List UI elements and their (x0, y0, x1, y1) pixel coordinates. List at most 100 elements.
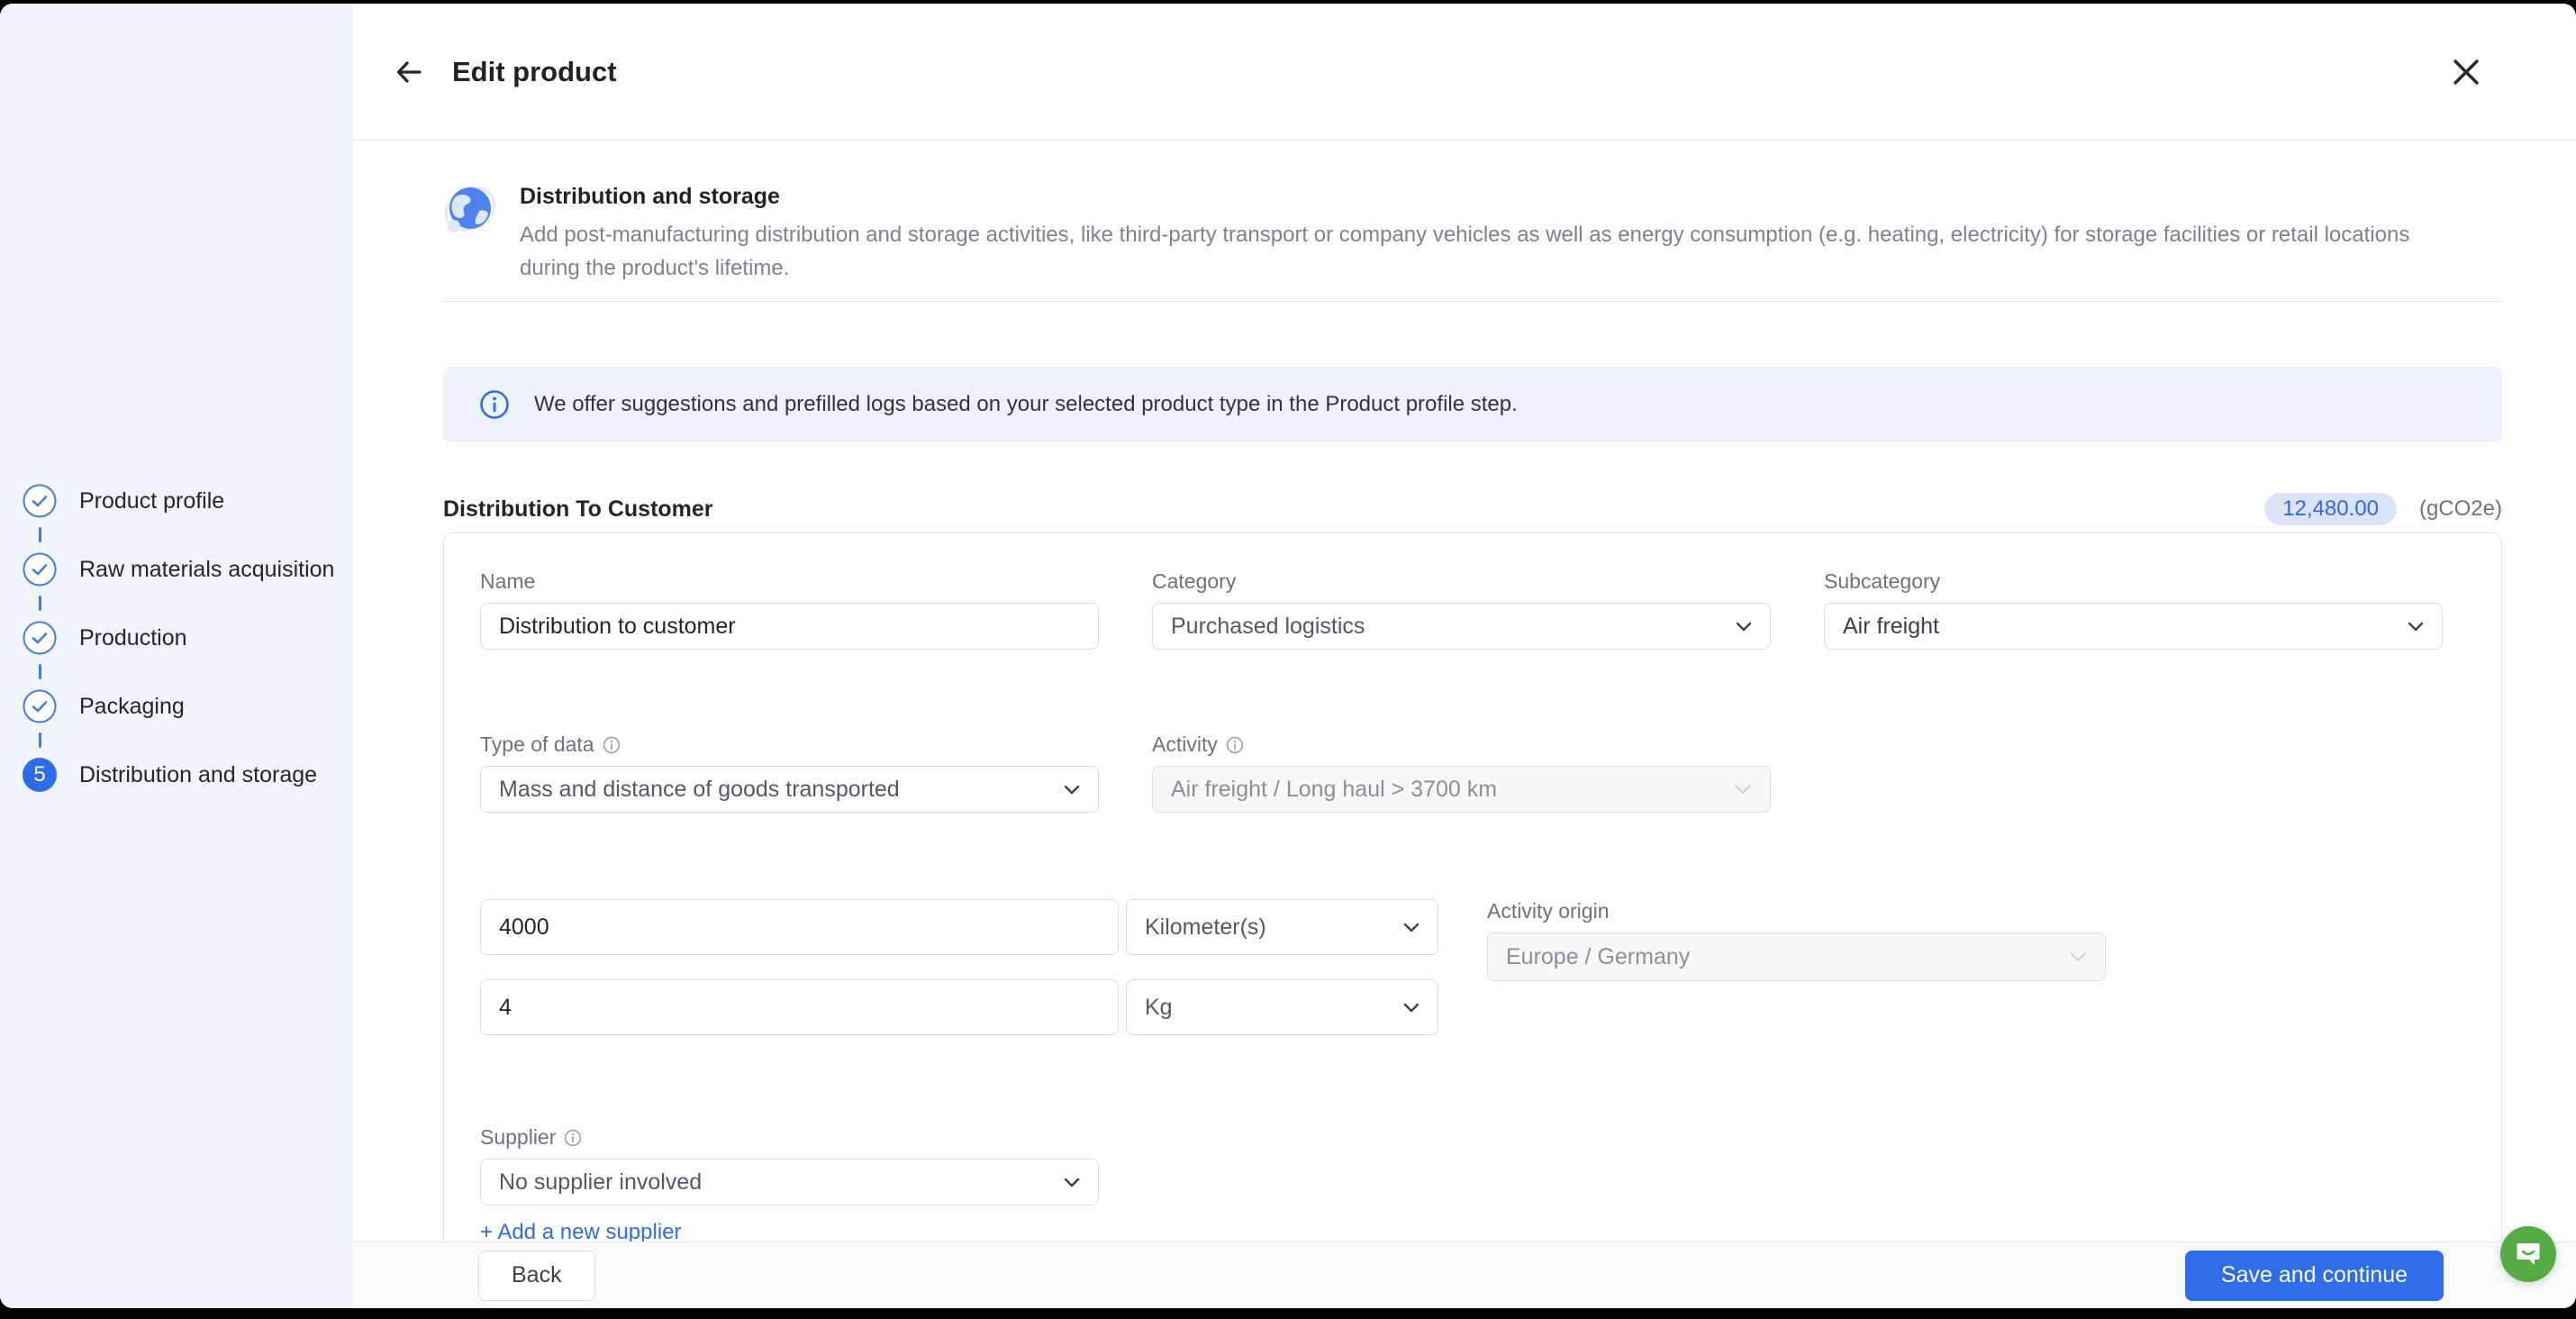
back-button[interactable]: Back (478, 1250, 595, 1301)
supplier-label: Supplier (480, 1125, 1099, 1150)
emission-badge: 12,480.00 (2264, 493, 2397, 525)
row-quantities: Kilometer(s) Kg (480, 899, 2465, 1035)
subcategory-value: Air freight (1843, 613, 1939, 639)
info-icon (565, 1129, 582, 1146)
subcategory-select[interactable]: Air freight (1824, 603, 2443, 650)
category-select[interactable]: Purchased logistics (1152, 603, 1771, 650)
chevron-down-icon (1403, 1003, 1420, 1012)
type-of-data-value: Mass and distance of goods transported (499, 776, 900, 802)
step-label: Product profile (79, 487, 225, 514)
globe-icon (444, 186, 495, 232)
check-icon (23, 552, 57, 587)
sidebar-item-distribution-and-storage[interactable]: 5 Distribution and storage (23, 758, 334, 792)
supplier-field-group: Supplier No supplier involved + Add a ne… (480, 1125, 1099, 1242)
category-value: Purchased logistics (1171, 613, 1365, 639)
step-connector (39, 596, 41, 611)
category-label: Category (1152, 569, 1237, 593)
info-banner: We offer suggestions and prefilled logs … (443, 367, 2502, 442)
step-connector (39, 527, 41, 542)
sidebar-item-packaging[interactable]: Packaging (23, 689, 334, 723)
distance-row: Kilometer(s) (480, 899, 1438, 955)
chevron-down-icon (1736, 622, 1752, 631)
step-connector (39, 664, 41, 679)
supplier-value: No supplier involved (499, 1169, 703, 1195)
type-of-data-label: Type of data (480, 732, 1099, 757)
type-of-data-field-group: Type of data Mass and distance of goods … (480, 732, 1099, 813)
main-panel: Edit product Distribution and storage Ad… (353, 4, 2576, 1308)
section-intro: Distribution and storage Add post-manufa… (443, 184, 2502, 285)
supplier-select[interactable]: No supplier involved (480, 1159, 1099, 1205)
step-label: Raw materials acquisition (79, 556, 335, 582)
stepper: Product profile Raw materials acquisitio… (23, 484, 334, 792)
info-icon (480, 390, 509, 419)
chevron-down-icon (2070, 952, 2086, 961)
close-icon[interactable] (2450, 56, 2482, 88)
page-title: Edit product (452, 55, 617, 87)
save-and-continue-button[interactable]: Save and continue (2184, 1250, 2444, 1301)
chevron-down-icon (1735, 785, 1751, 794)
distance-unit-select[interactable]: Kilometer(s) (1126, 899, 1438, 955)
add-supplier-link[interactable]: + Add a new supplier (480, 1220, 682, 1242)
section-description: Add post-manufacturing distribution and … (520, 223, 2410, 280)
sidebar-item-production[interactable]: Production (23, 621, 334, 655)
chat-launcher-button[interactable] (2500, 1226, 2556, 1282)
sidebar-item-product-profile[interactable]: Product profile (23, 484, 334, 518)
distance-unit-value: Kilometer(s) (1145, 914, 1266, 940)
step-connector (39, 732, 41, 748)
mass-unit-value: Kg (1145, 994, 1173, 1020)
distance-input[interactable] (480, 899, 1119, 955)
check-icon (23, 484, 57, 518)
name-field-group: Name (480, 569, 1099, 650)
activity-origin-select[interactable]: Europe / Germany (1487, 932, 2106, 981)
banner-text: We offer suggestions and prefilled logs … (534, 392, 1518, 416)
info-icon (603, 736, 620, 753)
chat-icon (2517, 1243, 2540, 1265)
step-label: Distribution and storage (79, 761, 318, 787)
quantities-column: Kilometer(s) Kg (480, 899, 1438, 1035)
info-icon (1226, 736, 1244, 753)
name-label: Name (480, 569, 536, 593)
activity-card: Name Category Purchased logistics Subcat… (443, 532, 2502, 1242)
emission-summary: 12,480.00 (gCO2e) (2264, 493, 2502, 525)
type-of-data-label-text: Type of data (480, 732, 594, 756)
step-label: Packaging (79, 693, 185, 719)
section-intro-text: Distribution and storage Add post-manufa… (520, 184, 2470, 285)
subcategory-label: Subcategory (1824, 569, 1941, 593)
group-title: Distribution To Customer (443, 496, 713, 522)
activity-select[interactable]: Air freight / Long haul > 3700 km (1152, 766, 1771, 813)
group-heading-row: Distribution To Customer 12,480.00 (gCO2… (443, 493, 2502, 525)
category-field-group: Category Purchased logistics (1152, 569, 1771, 650)
row-name-category-subcategory: Name Category Purchased logistics Subcat… (480, 569, 2465, 650)
activity-origin-label: Activity origin (1487, 899, 1610, 923)
check-icon (23, 689, 57, 723)
step-label: Production (79, 624, 187, 650)
steps-sidebar: Product profile Raw materials acquisitio… (0, 4, 353, 1308)
modal-header: Edit product (353, 4, 2576, 141)
name-input[interactable] (480, 603, 1099, 650)
chevron-down-icon (1064, 785, 1080, 794)
screen: Product profile Raw materials acquisitio… (0, 0, 2576, 1319)
back-arrow-icon[interactable] (389, 52, 429, 92)
check-icon (23, 621, 57, 655)
activity-origin-value: Europe / Germany (1506, 943, 1691, 969)
subcategory-field-group: Subcategory Air freight (1824, 569, 2443, 650)
activity-label: Activity (1152, 732, 1771, 757)
current-step-badge: 5 (23, 758, 57, 792)
supplier-label-text: Supplier (480, 1125, 557, 1149)
mass-row: Kg (480, 979, 1438, 1035)
activity-value: Air freight / Long haul > 3700 km (1171, 776, 1498, 802)
row-type-activity: Type of data Mass and distance of goods … (480, 732, 2465, 813)
section-divider (443, 301, 2502, 302)
type-of-data-select[interactable]: Mass and distance of goods transported (480, 766, 1099, 813)
modal-footer: Back Save and continue (353, 1242, 2576, 1308)
chevron-down-icon (1403, 923, 1420, 932)
chevron-down-icon (1064, 1178, 1080, 1187)
activity-field-group: Activity Air freight / Long haul > 3700 … (1152, 732, 1771, 813)
mass-unit-select[interactable]: Kg (1126, 979, 1438, 1035)
activity-origin-field-group: Activity origin Europe / Germany (1487, 899, 2106, 1035)
activity-label-text: Activity (1152, 732, 1218, 756)
sidebar-item-raw-materials-acquisition[interactable]: Raw materials acquisition (23, 552, 334, 587)
section-title: Distribution and storage (520, 184, 780, 209)
mass-input[interactable] (480, 979, 1119, 1035)
modal-content: Distribution and storage Add post-manufa… (353, 141, 2576, 1242)
